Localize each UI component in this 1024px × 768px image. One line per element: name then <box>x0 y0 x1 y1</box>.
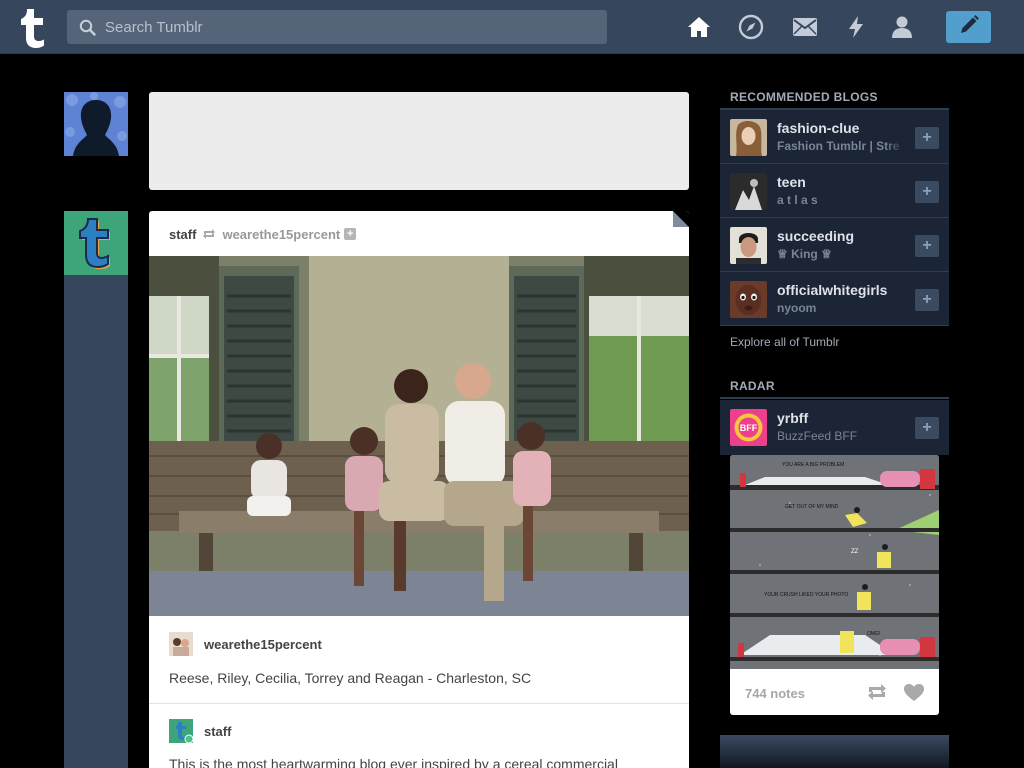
radar-follow-button[interactable]: + <box>915 417 939 439</box>
caption-divider <box>149 703 689 704</box>
pencil-icon <box>958 14 980 41</box>
comic-caption: YOUR CRUSH LIKED YOUR PHOTO <box>764 592 848 598</box>
fade-overlay <box>885 110 915 163</box>
home-icon[interactable] <box>686 14 712 40</box>
reblog-icon[interactable] <box>866 683 888 706</box>
blog-title: a t l a s <box>777 193 818 207</box>
search-bar[interactable] <box>67 10 607 44</box>
activity-icon[interactable] <box>843 14 869 40</box>
post-corner-fold <box>673 211 689 227</box>
comic-caption: OMG! <box>867 631 880 637</box>
tumblr-logo[interactable] <box>16 6 52 48</box>
explore-icon[interactable] <box>738 14 764 40</box>
comic-caption: ZZ <box>851 549 859 555</box>
recommended-blog-row[interactable]: officialwhitegirls nyoom + <box>720 272 949 326</box>
compose-button[interactable] <box>946 11 991 43</box>
post-photo[interactable] <box>149 256 689 616</box>
post-composer[interactable] <box>149 92 689 190</box>
recommended-blogs-heading: RECOMMENDED BLOGS <box>730 90 878 104</box>
search-icon <box>79 19 96 36</box>
caption-blog-link[interactable]: wearethe15percent <box>204 637 322 652</box>
caption-blog-avatar[interactable] <box>169 632 193 656</box>
radar-blog-title: BuzzFeed BFF <box>777 429 858 443</box>
staff-avatar[interactable] <box>64 211 128 275</box>
blog-avatar[interactable] <box>730 173 767 210</box>
radar-post-card[interactable]: YOU ARE A BIG PROBLEM GET OUT OF MY MIND… <box>730 455 939 715</box>
post-author-link[interactable]: staff <box>169 227 196 242</box>
account-icon[interactable] <box>889 14 915 40</box>
like-heart-icon[interactable] <box>904 684 924 707</box>
post-header: staff wearethe15percent + <box>169 227 357 242</box>
reblog-comment-text: This is the most heartwarming blog ever … <box>169 756 618 768</box>
dashboard-post: staff wearethe15percent + wearethe15perc… <box>149 211 689 768</box>
notes-count[interactable]: 744 notes <box>745 686 805 701</box>
comic-caption: YOU ARE A BIG PROBLEM <box>782 462 844 468</box>
blog-avatar[interactable] <box>730 227 767 264</box>
radar-heading: RADAR <box>730 379 775 393</box>
radar-comic-image[interactable]: YOU ARE A BIG PROBLEM GET OUT OF MY MIND… <box>730 455 939 669</box>
reblog-blog-avatar[interactable] <box>169 719 194 744</box>
caption-text: Reese, Riley, Cecilia, Torrey and Reagan… <box>169 670 532 686</box>
comic-caption: GET OUT OF MY MIND <box>785 504 839 510</box>
radar-blog-row[interactable]: BFF yrbff BuzzFeed BFF + <box>720 400 949 455</box>
author-rail <box>64 275 128 768</box>
radar-blog-name[interactable]: yrbff <box>777 410 808 426</box>
fade-overlay <box>885 400 915 455</box>
blog-name[interactable]: fashion-clue <box>777 120 859 136</box>
blog-name[interactable]: teen <box>777 174 806 190</box>
sidebar-footer-shade <box>720 735 949 768</box>
recommended-blog-row[interactable]: fashion-clue Fashion Tumblr | Stre + <box>720 110 949 164</box>
reblog-blog-link[interactable]: staff <box>204 724 231 739</box>
blog-avatar[interactable] <box>730 281 767 318</box>
follow-plus-icon[interactable]: + <box>344 228 357 240</box>
reblog-icon <box>202 228 216 240</box>
inbox-icon[interactable] <box>792 14 818 40</box>
explore-link[interactable]: Explore all of Tumblr <box>730 335 839 349</box>
user-avatar[interactable] <box>64 92 128 156</box>
blog-title: Fashion Tumblr | Stre <box>777 139 900 153</box>
follow-button[interactable]: + <box>915 289 939 311</box>
reblog-comment-row: staff <box>169 718 231 744</box>
recommended-blog-row[interactable]: teen a t l a s + <box>720 164 949 218</box>
blog-title: nyoom <box>777 301 817 315</box>
radar-blog-avatar[interactable]: BFF <box>730 409 767 446</box>
fade-overlay <box>885 272 915 325</box>
follow-button[interactable]: + <box>915 235 939 257</box>
top-navigation-bar <box>0 0 1024 54</box>
blog-avatar[interactable] <box>730 119 767 156</box>
follow-button[interactable]: + <box>915 181 939 203</box>
svg-text:BFF: BFF <box>740 423 758 433</box>
recommended-blog-row[interactable]: succeeding ♕ King ♕ + <box>720 218 949 272</box>
blog-name[interactable]: succeeding <box>777 228 854 244</box>
search-input[interactable] <box>105 10 595 44</box>
reblog-source-link[interactable]: wearethe15percent <box>222 227 340 242</box>
follow-button[interactable]: + <box>915 127 939 149</box>
blog-name[interactable]: officialwhitegirls <box>777 282 887 298</box>
fade-overlay <box>885 218 915 271</box>
sidebar-rule <box>720 397 949 399</box>
caption-source-row: wearethe15percent <box>169 631 322 657</box>
blog-title: ♕ King ♕ <box>777 247 832 261</box>
fade-overlay <box>885 164 915 217</box>
